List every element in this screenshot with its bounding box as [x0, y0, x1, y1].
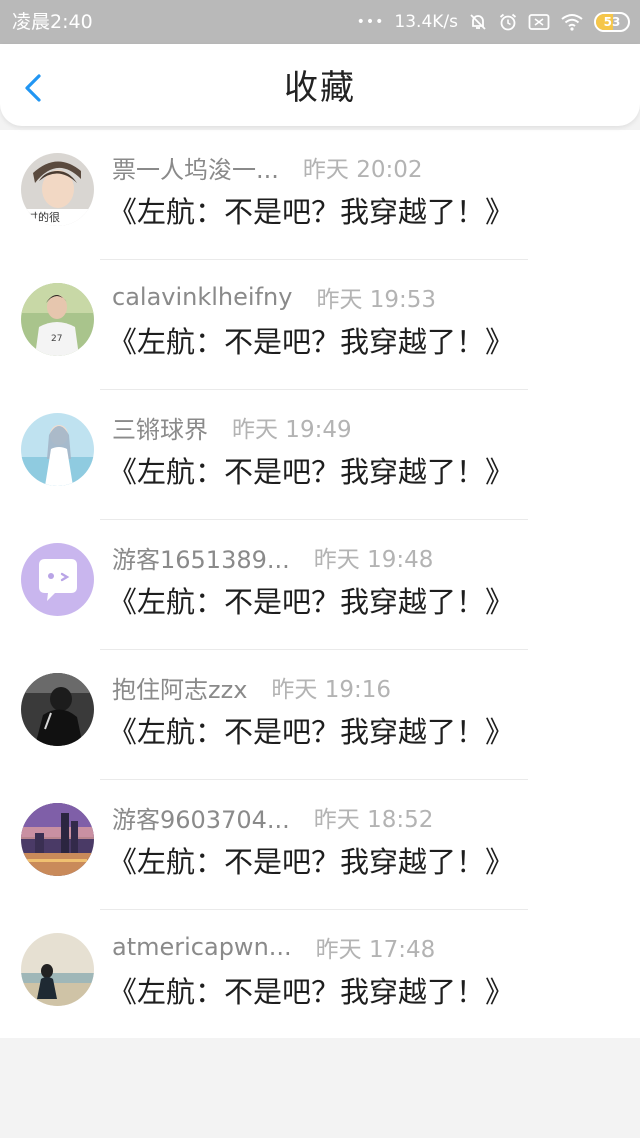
status-icons: ••• 13.4K/s 53 — [357, 10, 630, 34]
timestamp: 昨天 19:53 — [316, 287, 437, 313]
username: 游客1651389... — [112, 545, 290, 574]
username: 游客9603704... — [112, 805, 290, 834]
username: 三锵球界 — [112, 415, 208, 444]
avatar — [21, 803, 94, 876]
timestamp: 昨天 17:48 — [315, 937, 436, 963]
svg-text:过的很: 过的很 — [27, 210, 60, 224]
timestamp: 昨天 19:48 — [313, 547, 434, 573]
list-item[interactable]: 抱住阿志zzx 昨天 19:16 《左航：不是吧？我穿越了！》 — [0, 650, 640, 780]
item-title: 《左航：不是吧？我穿越了！》 — [108, 845, 515, 879]
list-item[interactable]: 游客1651389... 昨天 19:48 《左航：不是吧？我穿越了！》 — [0, 520, 640, 650]
list-item[interactable]: 三锵球界 昨天 19:49 《左航：不是吧？我穿越了！》 — [0, 390, 640, 520]
username: atmericapwn... — [112, 933, 292, 961]
page-title: 收藏 — [284, 68, 356, 108]
avatar: 过的很 — [21, 153, 94, 226]
wifi-icon — [560, 12, 584, 32]
battery-indicator: 53 — [594, 12, 630, 32]
network-speed: 13.4K/s — [394, 12, 458, 32]
battery-level: 53 — [603, 15, 621, 29]
list-item[interactable]: atmericapwn... 昨天 17:48 《左航：不是吧？我穿越了！》 — [0, 910, 640, 1040]
status-bar: 凌晨2:40 ••• 13.4K/s 53 — [0, 0, 640, 44]
timestamp: 昨天 18:52 — [313, 807, 434, 833]
avatar: 27 — [21, 283, 94, 356]
sim-icon — [528, 13, 550, 31]
timestamp: 昨天 20:02 — [302, 157, 423, 183]
item-title: 《左航：不是吧？我穿越了！》 — [108, 455, 515, 489]
alarm-icon — [498, 12, 518, 32]
item-title: 《左航：不是吧？我穿越了！》 — [108, 195, 515, 229]
status-time: 凌晨2:40 — [12, 11, 93, 33]
avatar — [21, 933, 94, 1006]
more-dots: ••• — [356, 14, 385, 30]
list-item[interactable]: 游客9603704... 昨天 18:52 《左航：不是吧？我穿越了！》 — [0, 780, 640, 910]
header: 收藏 — [0, 44, 640, 126]
svg-text:27: 27 — [51, 334, 62, 344]
favorites-list: 过的很 票一人坞浚一... 昨天 20:02 《左航：不是吧？我穿越了！》 27… — [0, 130, 640, 1038]
avatar — [21, 413, 94, 486]
item-title: 《左航：不是吧？我穿越了！》 — [108, 975, 515, 1009]
timestamp: 昨天 19:16 — [271, 677, 391, 703]
item-title: 《左航：不是吧？我穿越了！》 — [108, 715, 515, 749]
list-item[interactable]: 过的很 票一人坞浚一... 昨天 20:02 《左航：不是吧？我穿越了！》 — [0, 130, 640, 260]
item-title: 《左航：不是吧？我穿越了！》 — [108, 585, 515, 619]
list-item[interactable]: 27 calavinklheifny 昨天 19:53 《左航：不是吧？我穿越了… — [0, 260, 640, 390]
username: calavinklheifny — [112, 283, 293, 311]
mute-icon — [468, 12, 488, 32]
username: 票一人坞浚一... — [112, 155, 279, 184]
avatar — [21, 673, 94, 746]
timestamp: 昨天 19:49 — [232, 417, 352, 443]
username: 抱住阿志zzx — [112, 675, 248, 704]
avatar — [21, 543, 94, 616]
item-title: 《左航：不是吧？我穿越了！》 — [108, 325, 515, 359]
